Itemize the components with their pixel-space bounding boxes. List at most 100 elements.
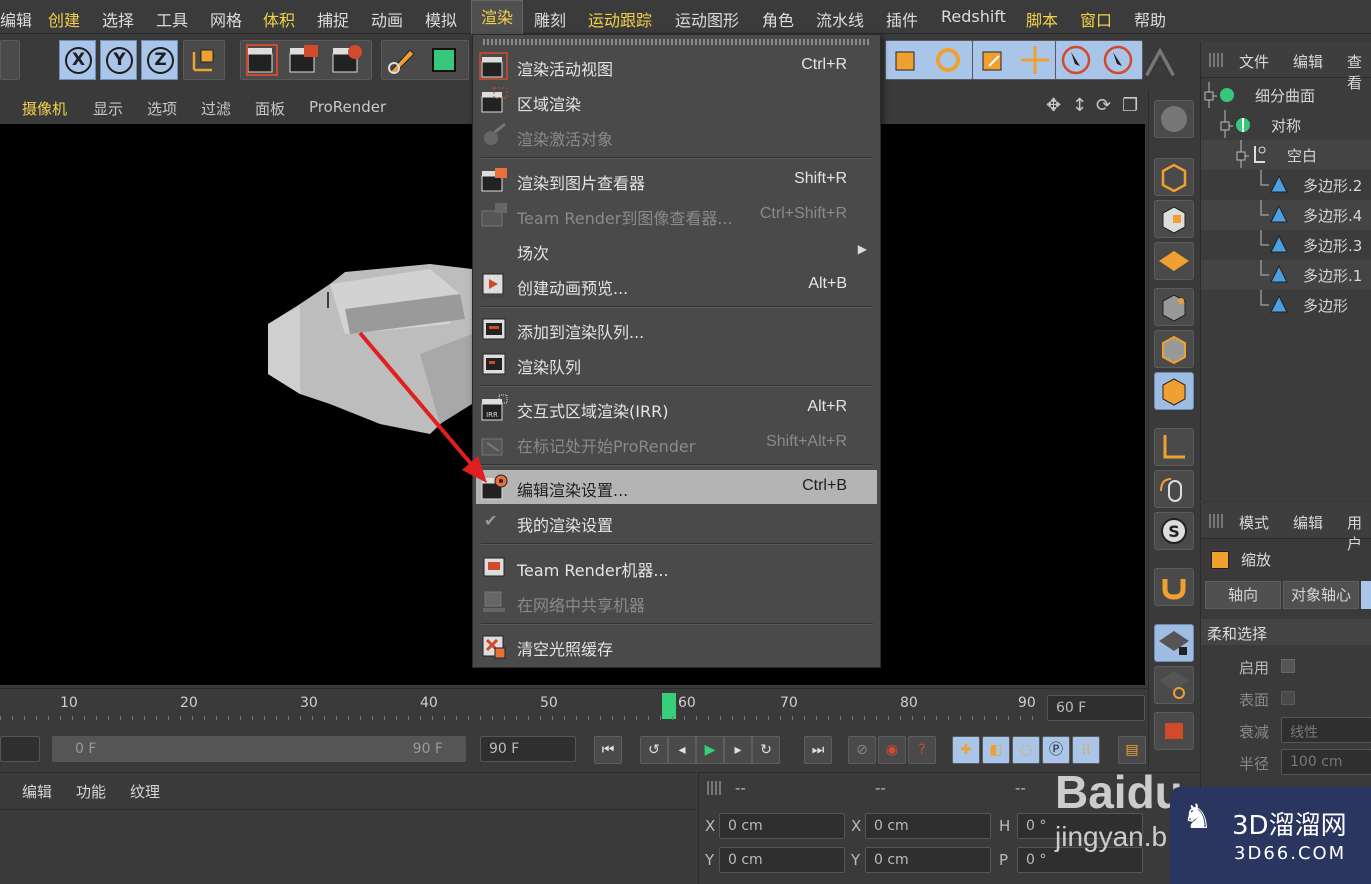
menu-edit[interactable]: 编辑 [0,7,32,31]
menu-redshift[interactable]: Redshift [941,7,1006,26]
max-frame-field[interactable]: 90 F [480,736,576,762]
cube-primitive-icon[interactable] [426,42,462,78]
lock-workplane-button[interactable] [1154,624,1194,662]
size-y-field[interactable]: 0 cm [865,847,991,873]
mat-menu-edit[interactable]: 编辑 [22,781,52,802]
viewport-menu-display[interactable]: 显示 [93,98,123,119]
menu-item-share-machine[interactable]: 在网络中共享机器 [476,585,877,619]
keyframe-disabled-button[interactable]: ⊘ [848,736,876,764]
prev-frame-button[interactable]: ◂ [668,736,696,764]
workplane-button[interactable] [1154,100,1194,138]
subtab-object-axis[interactable]: 对象轴心 [1283,581,1359,609]
menu-item-start-prorender[interactable]: 在标记处开始ProRender Shift+Alt+R [476,426,877,460]
render-view-icon[interactable] [244,42,280,78]
section-soft-selection[interactable]: 柔和选择 [1201,619,1371,645]
menu-mograph[interactable]: 运动图形 [675,7,739,31]
workplane-grid-button[interactable] [1154,242,1194,280]
menu-script[interactable]: 脚本 [1026,7,1058,31]
scale-tool-icon[interactable] [888,42,924,78]
current-frame-field[interactable]: 60 F [1047,695,1145,721]
go-to-end-button[interactable]: ⏭ [804,736,832,764]
range-slider[interactable]: 0 F 90 F [52,736,466,762]
move-tool-icon[interactable] [1017,42,1053,78]
panel-grip-icon[interactable] [1209,53,1223,67]
menu-character[interactable]: 角色 [762,7,794,31]
menu-item-render-to-picture-viewer[interactable]: 渲染到图片查看器 Shift+R [476,163,877,197]
menu-item-team-render-machines[interactable]: Team Render机器... [476,550,877,584]
menu-item-flush-illumination-caches[interactable]: 清空光照缓存 [476,629,877,663]
next-frame-button[interactable]: ▸ [724,736,752,764]
pos-x-field[interactable]: 0 cm [719,813,845,839]
play-button[interactable]: ▶ [696,736,724,764]
viewport-menu-options[interactable]: 选项 [147,98,177,119]
rotate-tool-icon[interactable] [930,42,966,78]
menu-item-render-queue[interactable]: 渲染队列 [476,347,877,381]
snap-toggle-button[interactable] [1154,568,1194,606]
viewport-rotate-icon[interactable]: ⟳ [1096,95,1111,116]
menu-item-render-active-objects[interactable]: 渲染激活对象 [476,119,877,153]
viewport-menu-filter[interactable]: 过滤 [201,98,231,119]
mat-menu-texture[interactable]: 纹理 [130,781,160,802]
key-position-button[interactable]: ✚ [952,736,980,764]
menu-render[interactable]: 渲染 [471,0,524,34]
snap-icon[interactable] [1140,42,1180,82]
mat-menu-function[interactable]: 功能 [76,781,106,802]
solo-button[interactable]: S [1154,512,1194,550]
menu-volume[interactable]: 体积 [263,7,295,31]
viewport-move-icon[interactable]: ✥ [1046,95,1061,116]
menu-item-interactive-region-render[interactable]: IRR 交互式区域渲染(IRR) Alt+R [476,391,877,425]
subtab-active[interactable] [1361,581,1371,609]
menu-tools[interactable]: 工具 [156,7,188,31]
menu-animate[interactable]: 动画 [371,7,403,31]
live-selection-icon[interactable] [1058,42,1094,78]
tree-item-polygon-1[interactable]: 多边形.1 [1201,260,1371,290]
menu-create[interactable]: 创建 [48,7,80,31]
tree-item-symmetry[interactable]: 对称 [1201,110,1371,140]
surface-checkbox[interactable] [1281,691,1295,705]
x-axis-lock-button[interactable]: X [59,40,96,80]
texture-mode-button[interactable] [1154,200,1194,238]
coordinate-system-button[interactable] [183,40,225,80]
menu-mesh[interactable]: 网格 [210,7,242,31]
subtab-axis[interactable]: 轴向 [1205,581,1281,609]
key-rotation-button[interactable]: ◌ [1012,736,1040,764]
min-frame-field[interactable] [0,736,40,762]
prev-key-button[interactable]: ↺ [640,736,668,764]
menu-item-edit-render-settings[interactable]: 编辑渲染设置... Ctrl+B [476,470,877,504]
tree-item-null[interactable]: 空白 [1201,140,1371,170]
viewport-menu-panel[interactable]: 面板 [255,98,285,119]
model-mode-button[interactable] [1154,158,1194,196]
menu-item-make-preview[interactable]: 创建动画预览... Alt+B [476,268,877,302]
key-help-button[interactable]: ? [908,736,936,764]
select-tool-icon[interactable] [1100,42,1136,78]
menu-item-team-render-picture-viewer[interactable]: Team Render到图像查看器... Ctrl+Shift+R [476,198,877,232]
viewport-menu-camera[interactable]: 摄像机 [22,98,67,119]
viewport-menu-prorender[interactable]: ProRender [309,98,386,116]
key-scale-button[interactable]: ◧ [982,736,1010,764]
menu-motion-tracking[interactable]: 运动跟踪 [588,7,652,31]
menu-tearoff-handle[interactable] [483,39,871,45]
polygons-mode-button[interactable] [1154,372,1194,410]
am-tab-user[interactable]: 用户 [1347,512,1371,554]
axis-mode-button[interactable] [1154,428,1194,466]
points-mode-button[interactable] [1154,288,1194,326]
enable-checkbox[interactable] [1281,659,1295,673]
timeline-ruler[interactable]: 10 20 30 40 50 60 70 80 90 60 F [0,688,1148,722]
render-settings-icon[interactable] [329,42,365,78]
menu-sculpt[interactable]: 雕刻 [534,7,566,31]
menu-item-my-render-settings[interactable]: ✔ 我的渲染设置 [476,505,877,539]
menu-plugins[interactable]: 插件 [886,7,918,31]
tree-item-polygon-4[interactable]: 多边形.4 [1201,200,1371,230]
panel-grip-icon[interactable] [707,781,721,795]
menu-item-region-render[interactable]: 区域渲染 [476,84,877,118]
menu-window[interactable]: 窗口 [1080,7,1112,31]
menu-item-render-view[interactable]: 渲染活动视图 Ctrl+R [476,49,877,83]
am-tab-edit[interactable]: 编辑 [1293,512,1323,533]
auto-key-button[interactable]: ◉ [878,736,906,764]
om-tab-edit[interactable]: 编辑 [1293,51,1323,72]
menu-item-takes[interactable]: 场次 ▶ [476,233,877,267]
go-to-start-button[interactable]: ⏮ [594,736,622,764]
viewport-maximize-icon[interactable]: ❐ [1122,95,1138,116]
menu-pipeline[interactable]: 流水线 [816,7,864,31]
menu-item-add-to-render-queue[interactable]: 添加到渲染队列... [476,312,877,346]
